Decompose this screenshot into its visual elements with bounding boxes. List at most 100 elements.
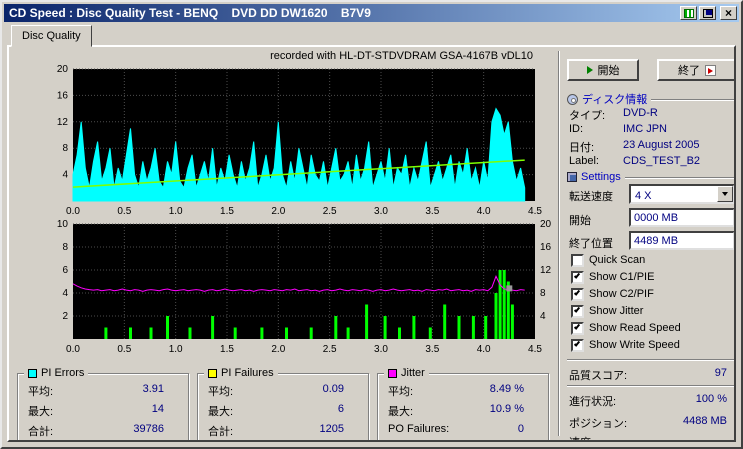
id-value: IMC JPN [623,123,667,135]
copy-graph-button[interactable] [680,6,697,20]
panel-divider [558,51,560,436]
svg-text:1.5: 1.5 [220,344,234,355]
checkbox-quick-scan[interactable]: Quick Scan [571,253,645,267]
separator-line [651,98,734,101]
type-value: DVD-R [623,107,658,119]
po-failures-value: 0 [517,423,524,435]
checkbox-box [571,253,584,267]
svg-text:2.5: 2.5 [323,206,337,217]
speed-select[interactable]: 4 X [629,184,734,204]
avg-value: 8.49 % [489,383,524,395]
app-window: CD Speed : Disc Quality Test - BENQ DVD … [0,0,743,449]
svg-text:6: 6 [62,265,68,276]
checkbox-show-write-speed[interactable]: Show Write Speed [571,338,680,352]
start-position-input[interactable] [629,208,734,227]
disc-info-header: ディスク情報 [567,91,734,107]
legend-row: 平均: 0.09 [208,383,344,398]
svg-text:0.5: 0.5 [117,344,131,355]
save-button[interactable] [699,6,716,20]
end-position-input[interactable] [629,231,734,250]
po-failures-label: PO Failures: [388,423,450,435]
checkbox-box [571,270,584,284]
label-label: Label: [569,155,599,167]
disc-date-row: 日付: 23 August 2005 [569,139,734,155]
total-value: 39786 [133,423,164,435]
max-label: 最大: [208,406,234,418]
speed-row: 速度: [569,434,727,440]
svg-text:0.5: 0.5 [117,206,131,217]
play-icon [586,66,593,74]
total-value: 1205 [319,423,344,435]
checkbox-label: Quick Scan [589,254,646,266]
chevron-down-icon [722,192,728,196]
svg-text:2.0: 2.0 [271,206,285,217]
tab-disc-quality[interactable]: Disc Quality [11,25,92,47]
checkbox-label: Show Read Speed [589,322,681,334]
checkbox-label: Show Jitter [589,305,644,317]
check-icon [573,305,581,313]
progress-row: 進行状況: 100 % [569,393,727,409]
legend-header: PI Failures [204,367,278,379]
avg-label: 平均: [388,386,414,398]
quality-score-row: 品質スコア: 97 [569,367,727,383]
disc-label-row: Label: CDS_TEST_B2 [569,155,734,167]
pi-errors-legend: PI Errors 平均: 3.91 最大: 14 合計: 39786 [17,367,189,440]
svg-text:4.0: 4.0 [477,344,491,355]
legend-row: 平均: 8.49 % [388,383,524,398]
svg-text:10: 10 [57,219,69,230]
checkbox-show-c1-pie[interactable]: Show C1/PIE [571,270,654,284]
close-icon: × [724,6,732,20]
pi-failures-swatch [208,368,217,378]
check-icon [573,288,581,296]
pi-failures-jitter-chart: 2 4 4 8 6 12 8 16 10 20 0.0 0.5 1.0 1.5 2.0 2.5 3.0 3.5 4.… [57,219,552,355]
svg-text:12: 12 [540,265,552,276]
check-icon [573,271,581,279]
max-value: 6 [337,403,344,415]
svg-text:0.0: 0.0 [66,344,80,355]
settings-title: Settings [581,171,621,183]
svg-text:8: 8 [540,288,546,299]
svg-text:4.5: 4.5 [528,206,542,217]
window-title: CD Speed : Disc Quality Test - BENQ DVD … [9,6,371,20]
exit-button[interactable]: 終了 [657,59,734,81]
svg-text:4.5: 4.5 [528,344,542,355]
title-bar[interactable]: CD Speed : Disc Quality Test - BENQ DVD … [4,4,739,22]
max-label: 最大: [28,406,54,418]
svg-text:16: 16 [57,90,69,101]
total-label: 合計: [28,426,54,438]
max-label: 最大: [388,406,414,418]
separator [567,385,734,387]
speed-status-label: 速度: [569,434,594,440]
checkbox-show-jitter[interactable]: Show Jitter [571,304,643,318]
checkbox-show-read-speed[interactable]: Show Read Speed [571,321,681,335]
position-value: 4488 MB [682,415,727,427]
disc-quality-panel: recorded with HL-DT-STDVDRAM GSA-4167B v… [7,45,736,442]
svg-text:4: 4 [62,288,68,299]
avg-label: 平均: [208,386,234,398]
checkbox-label: Show C2/PIF [589,288,654,300]
legend-row: PO Failures: 0 [388,423,524,438]
svg-text:1.0: 1.0 [169,344,183,355]
checkbox-box [571,338,584,352]
pi-errors-chart: 4 8 12 16 20 0.0 0.5 1.0 1.5 2.0 2.5 3.0 3.5 4.0 4.5 [57,64,543,217]
pi-errors-swatch [28,368,37,378]
date-value: 23 August 2005 [623,139,700,151]
start-position-label: 開始 [569,215,591,227]
separator-line [624,176,734,179]
legend-title-text: PI Errors [41,367,85,379]
svg-text:2.5: 2.5 [323,344,337,355]
start-button[interactable]: 開始 [567,59,639,81]
legend-row: 最大: 10.9 % [388,403,524,418]
check-icon [573,322,581,330]
id-label: ID: [569,123,584,135]
total-label: 合計: [208,426,234,438]
checkbox-box [571,304,584,318]
legend-row: 合計: 39786 [28,423,164,438]
checkbox-show-c2-pif[interactable]: Show C2/PIF [571,287,654,301]
jitter-legend: Jitter 平均: 8.49 % 最大: 10.9 % PO Failures… [377,367,549,440]
close-button[interactable]: × [720,6,737,20]
legend-row: 合計: 1205 [208,423,344,438]
dropdown-arrow-button[interactable] [717,186,733,202]
checkbox-label: Show C1/PIE [589,271,655,283]
checkbox-box [571,321,584,335]
